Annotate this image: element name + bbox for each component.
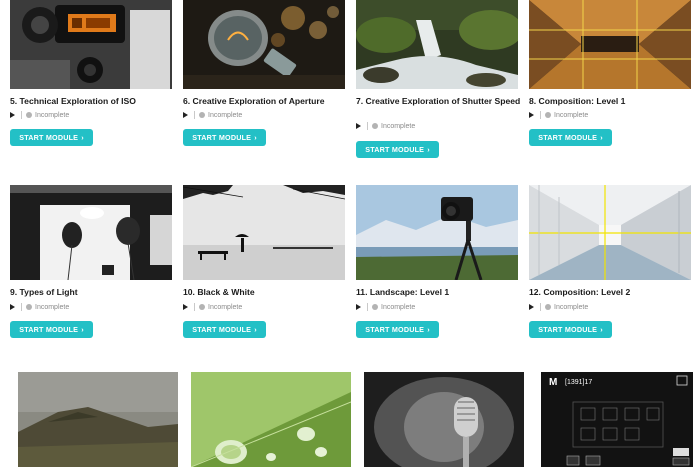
lightbulb-image [183,0,345,89]
chevron-right-icon: › [600,133,603,142]
corridor-image [529,185,691,280]
module-thumbnail[interactable] [183,185,345,280]
divider [540,303,541,311]
status-text: Incomplete [208,303,243,311]
module-title[interactable]: 9. Types of Light [10,286,182,299]
leaf-water-drop-image [191,372,351,467]
play-icon[interactable] [10,304,15,310]
module-thumbnail[interactable] [191,372,351,467]
tripod-landscape-image [356,185,518,280]
status-text: Incomplete [35,303,70,311]
module-title[interactable]: 11. Landscape: Level 1 [356,286,528,299]
camera-settings-screen-image: M [1391]17 [541,372,693,467]
module-status: Incomplete [10,110,69,120]
module-thumbnail[interactable] [364,372,524,467]
status-dot-icon [199,304,205,310]
module-title[interactable]: 10. Black & White [183,286,355,299]
button-label: START MODULE [538,325,598,334]
module-thumbnail[interactable] [356,0,518,89]
play-icon[interactable] [529,304,534,310]
status-text: Incomplete [381,122,416,130]
module-status: Incomplete [529,110,588,120]
button-label: START MODULE [538,133,598,142]
module-title[interactable]: 8. Composition: Level 1 [529,95,700,108]
start-module-button[interactable]: START MODULE › [10,321,93,338]
divider [367,122,368,130]
module-thumbnail[interactable] [529,185,691,280]
module-status: Incomplete [10,302,69,312]
module-title[interactable]: 6. Creative Exploration of Aperture [183,95,355,108]
status-text: Incomplete [554,111,589,119]
button-label: START MODULE [19,133,79,142]
module-title[interactable]: 12. Composition: Level 2 [529,286,700,299]
module-thumbnail[interactable] [529,0,691,89]
screen-mode-text: M [549,377,557,388]
status-dot-icon [199,112,205,118]
play-icon[interactable] [356,123,361,129]
module-status: Incomplete [529,302,588,312]
chevron-right-icon: › [427,325,430,334]
play-icon[interactable] [183,304,188,310]
divider [194,111,195,119]
start-module-button[interactable]: START MODULE › [183,321,266,338]
hill-landscape-image [18,372,178,467]
divider [194,303,195,311]
black-white-image [183,185,345,280]
divider [540,111,541,119]
camera-iso-image [10,0,172,89]
start-module-button[interactable]: START MODULE › [356,141,439,158]
status-text: Incomplete [208,111,243,119]
button-label: START MODULE [192,325,252,334]
module-status: Incomplete [183,110,242,120]
play-icon[interactable] [356,304,361,310]
button-label: START MODULE [365,145,425,154]
play-icon[interactable] [10,112,15,118]
module-thumbnail[interactable] [10,185,172,280]
status-text: Incomplete [35,111,70,119]
microphone-image [364,372,524,467]
divider [21,111,22,119]
play-icon[interactable] [183,112,188,118]
start-module-button[interactable]: START MODULE › [529,129,612,146]
start-module-button[interactable]: START MODULE › [529,321,612,338]
screen-shots-text: [1391]17 [565,379,592,386]
status-dot-icon [26,304,32,310]
module-thumbnail[interactable] [10,0,172,89]
status-dot-icon [372,123,378,129]
divider [367,303,368,311]
module-status: Incomplete [356,302,415,312]
chevron-right-icon: › [254,325,257,334]
status-dot-icon [26,112,32,118]
start-module-button[interactable]: START MODULE › [356,321,439,338]
button-label: START MODULE [365,325,425,334]
chevron-right-icon: › [254,133,257,142]
chevron-right-icon: › [600,325,603,334]
module-status: Incomplete [183,302,242,312]
chevron-right-icon: › [81,133,84,142]
button-label: START MODULE [19,325,79,334]
module-thumbnail[interactable] [18,372,178,467]
studio-lighting-image [10,185,172,280]
status-dot-icon [545,112,551,118]
status-text: Incomplete [554,303,589,311]
status-dot-icon [372,304,378,310]
module-thumbnail[interactable] [183,0,345,89]
start-module-button[interactable]: START MODULE › [10,129,93,146]
chevron-right-icon: › [81,325,84,334]
module-status: Incomplete [356,121,415,131]
status-text: Incomplete [381,303,416,311]
chevron-right-icon: › [427,145,430,154]
module-thumbnail[interactable]: M [1391]17 [541,372,693,467]
module-title[interactable]: 5. Technical Exploration of ISO [10,95,182,108]
module-thumbnail[interactable] [356,185,518,280]
waterfall-image [356,0,518,89]
status-dot-icon [545,304,551,310]
ceiling-grid-image [529,0,691,89]
button-label: START MODULE [192,133,252,142]
module-title[interactable]: 7. Creative Exploration of Shutter Speed [356,95,528,108]
play-icon[interactable] [529,112,534,118]
divider [21,303,22,311]
start-module-button[interactable]: START MODULE › [183,129,266,146]
